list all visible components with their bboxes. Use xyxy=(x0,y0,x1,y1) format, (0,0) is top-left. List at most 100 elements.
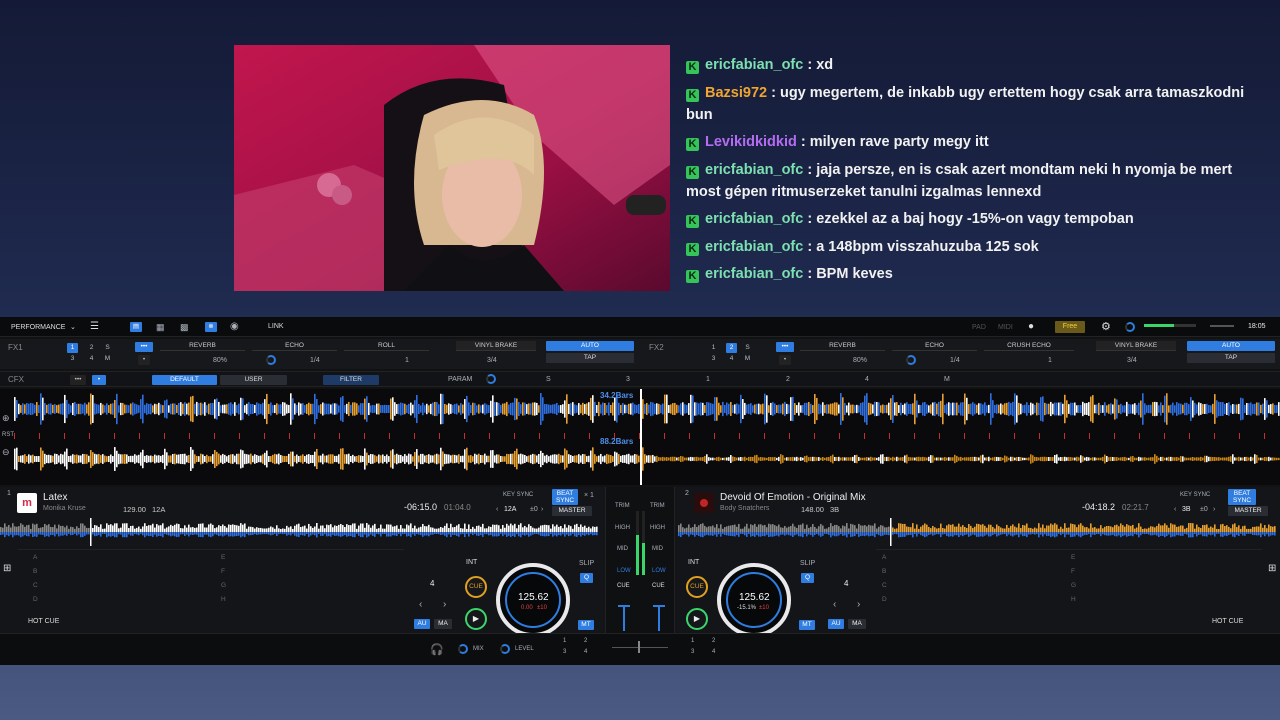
headphones-icon[interactable]: 🎧 xyxy=(430,643,444,656)
headphone-mix-knob[interactable] xyxy=(458,644,468,654)
midi-button[interactable]: MIDI xyxy=(998,324,1013,331)
deck2-loop-double[interactable]: › xyxy=(857,599,860,610)
ch2-fader[interactable] xyxy=(658,605,660,631)
deck1-pad-d[interactable]: D xyxy=(33,596,38,603)
deck2-hotcue-select[interactable]: HOT CUE xyxy=(1212,618,1243,625)
deck1-pad-g[interactable]: G xyxy=(221,582,226,589)
fx2-auto-button[interactable]: AUTO xyxy=(1187,341,1275,351)
info-icon[interactable]: ● xyxy=(1028,321,1034,332)
deck2-pad-g[interactable]: G xyxy=(1071,582,1076,589)
deck1-assign-1[interactable]: 1 xyxy=(563,638,566,644)
deck1-au-button[interactable]: AU xyxy=(414,619,430,629)
chevron-down-icon[interactable]: ⌄ xyxy=(70,323,76,331)
deck2-jog-wheel[interactable]: 125.62 -15.1% ±10 xyxy=(717,563,791,637)
crossfader[interactable] xyxy=(612,647,668,648)
deck1-quantize-button[interactable]: Q xyxy=(580,573,593,583)
deck1-loop-double[interactable]: › xyxy=(443,599,446,610)
fx2-ch-s[interactable]: S xyxy=(742,343,753,353)
fx1-slot-3[interactable]: ROLL xyxy=(344,341,429,351)
deck1-assign-2[interactable]: 2 xyxy=(584,638,587,644)
fx1-slot-2[interactable]: ECHO xyxy=(252,341,337,351)
fx1-dot[interactable]: • xyxy=(138,355,150,365)
deck2-quantize-button[interactable]: Q xyxy=(801,573,814,583)
fx2-slot-1[interactable]: REVERB xyxy=(800,341,885,351)
deck1-int-select[interactable]: INT xyxy=(466,559,477,566)
deck1-pads[interactable]: A B C D E F G H xyxy=(18,549,404,611)
fx2-brake-select[interactable]: VINYL BRAKE xyxy=(1096,341,1176,351)
cfx-dot[interactable]: • xyxy=(92,375,106,385)
deck2-mt-button[interactable]: MT xyxy=(799,620,815,630)
deck2-assign-2[interactable]: 2 xyxy=(712,638,715,644)
ch1-fader[interactable] xyxy=(623,605,625,631)
fx2-ch-4[interactable]: 4 xyxy=(726,354,737,364)
deck1-pad-e[interactable]: E xyxy=(221,554,225,561)
plan-badge[interactable]: Free xyxy=(1055,321,1085,333)
deck2-master-button[interactable]: MASTER xyxy=(1228,506,1268,516)
deck2-key-down[interactable]: ‹ xyxy=(1174,506,1176,513)
deck1-loop-halve[interactable]: ‹ xyxy=(419,599,422,610)
fx1-brake-select[interactable]: VINYL BRAKE xyxy=(456,341,536,351)
reset-zoom-button[interactable]: RST xyxy=(2,432,14,438)
deck2-slip-button[interactable]: SLIP xyxy=(800,560,815,567)
fx2-tap-button[interactable]: TAP xyxy=(1187,353,1275,363)
deck2-assign-3[interactable]: 3 xyxy=(691,649,694,655)
fx2-more-button[interactable]: ••• xyxy=(776,342,794,352)
chat-username[interactable]: ericfabian_ofc xyxy=(705,211,803,227)
deck1-key-down[interactable]: ‹ xyxy=(496,506,498,513)
deck1-pad-f[interactable]: F xyxy=(221,568,225,575)
deck1-keysync-button[interactable]: KEY SYNC xyxy=(503,492,533,498)
cfx-filter-button[interactable]: FILTER xyxy=(323,375,379,385)
pad-grid-icon-left[interactable]: ⊞ xyxy=(3,563,11,574)
crossfader-mini[interactable] xyxy=(1210,325,1234,327)
fx2-ch-1[interactable]: 1 xyxy=(708,343,719,353)
fx2-knob-2[interactable] xyxy=(906,355,916,365)
deck2-play-button[interactable]: ▶ xyxy=(686,608,708,630)
gear-icon[interactable]: ⚙ xyxy=(1101,320,1111,333)
deck2-pad-d[interactable]: D xyxy=(882,596,887,603)
deck1-hotcue-select[interactable]: HOT CUE xyxy=(28,618,59,625)
deck2-pad-h[interactable]: H xyxy=(1071,596,1076,603)
layout-icon[interactable]: ☰ xyxy=(90,321,99,332)
deck1-assign-3[interactable]: 3 xyxy=(563,649,566,655)
view-icon-2[interactable]: ▦ xyxy=(156,322,165,333)
zoom-in-icon[interactable]: ⊕ xyxy=(2,413,10,424)
fx1-ch-s[interactable]: S xyxy=(102,343,113,353)
deck1-assign-4[interactable]: 4 xyxy=(584,649,587,655)
deck1-ma-button[interactable]: MA xyxy=(434,619,452,629)
fx1-knob-2[interactable] xyxy=(266,355,276,365)
pad-grid-icon-right[interactable]: ⊞ xyxy=(1268,563,1276,574)
deck1-mt-button[interactable]: MT xyxy=(578,620,594,630)
mixer-icon[interactable]: ⧻ xyxy=(205,322,217,332)
ch1-cue-button[interactable]: CUE xyxy=(617,583,630,589)
fx2-slot-2[interactable]: ECHO xyxy=(892,341,977,351)
fx1-ch-1[interactable]: 1 xyxy=(67,343,78,353)
deck2-keysync-button[interactable]: KEY SYNC xyxy=(1180,492,1210,498)
chat-username[interactable]: Levikidkidkid xyxy=(705,134,797,150)
ch1-fader-cap[interactable] xyxy=(618,605,630,607)
deck2-pad-b[interactable]: B xyxy=(882,568,886,575)
cfx-user-button[interactable]: USER xyxy=(220,375,287,385)
chat-username[interactable]: ericfabian_ofc xyxy=(705,162,803,178)
fx1-tap-button[interactable]: TAP xyxy=(546,353,634,363)
chat-username[interactable]: ericfabian_ofc xyxy=(705,266,803,282)
fx2-ch-3[interactable]: 3 xyxy=(708,354,719,364)
deck2-cue-button[interactable]: CUE xyxy=(686,576,708,598)
deck1-slip-button[interactable]: SLIP xyxy=(579,560,594,567)
fx1-ch-2[interactable]: 2 xyxy=(86,343,97,353)
fx1-auto-button[interactable]: AUTO xyxy=(546,341,634,351)
deck2-au-button[interactable]: AU xyxy=(828,619,844,629)
ch2-cue-button[interactable]: CUE xyxy=(652,583,665,589)
fx2-ch-2[interactable]: 2 xyxy=(726,343,737,353)
mode-select[interactable]: PERFORMANCE xyxy=(11,324,65,331)
fx1-slot-1[interactable]: REVERB xyxy=(160,341,245,351)
link-button[interactable]: LINK xyxy=(268,323,284,330)
deck2-pads[interactable]: A B C D E F G H xyxy=(876,549,1262,611)
fx1-ch-3[interactable]: 3 xyxy=(67,354,78,364)
fx1-ch-4[interactable]: 4 xyxy=(86,354,97,364)
pad-button[interactable]: PAD xyxy=(972,324,986,331)
deck1-jog-wheel[interactable]: 125.62 0.00 ±10 xyxy=(496,563,570,637)
deck1-master-button[interactable]: MASTER xyxy=(552,506,592,516)
deck1-cue-button[interactable]: CUE xyxy=(465,576,487,598)
chat-username[interactable]: ericfabian_ofc xyxy=(705,57,803,73)
deck2-pad-a[interactable]: A xyxy=(882,554,886,561)
